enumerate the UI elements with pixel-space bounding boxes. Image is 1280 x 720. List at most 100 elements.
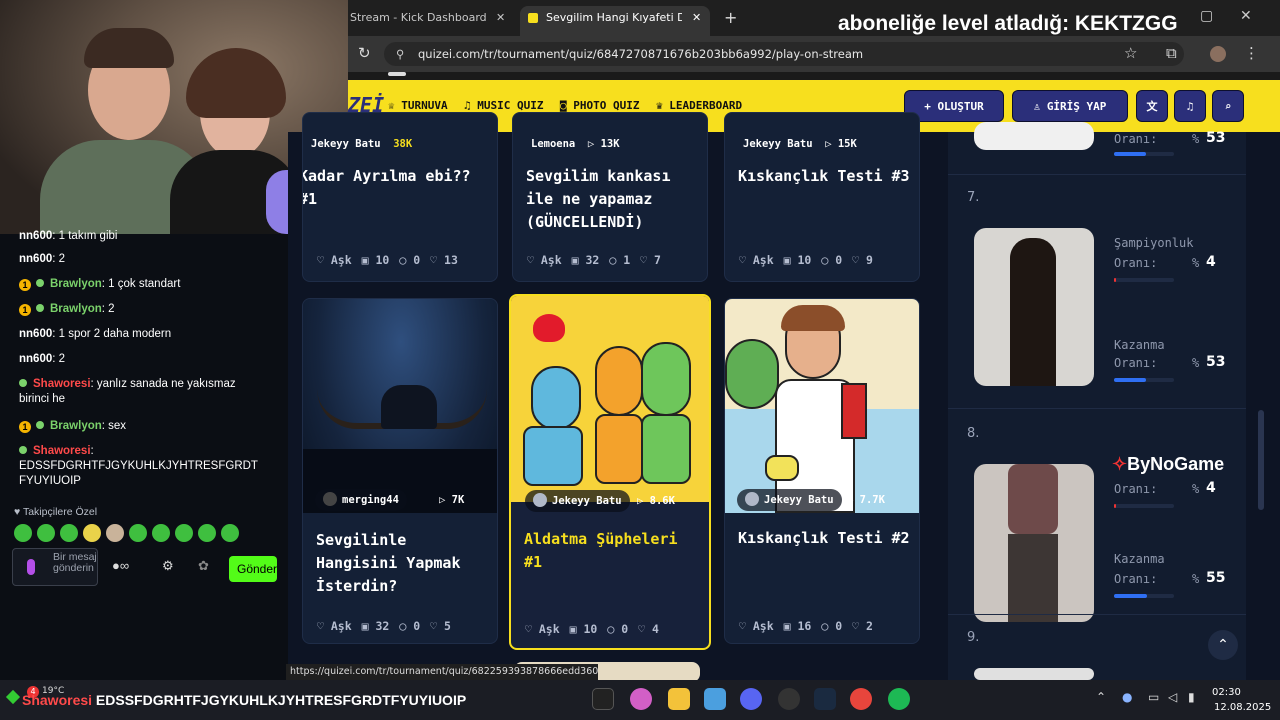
bynogame-icon: ✧ <box>1112 454 1128 474</box>
emote-icon[interactable] <box>14 524 32 542</box>
nav-leaderboard[interactable]: ♛ LEADERBOARD <box>656 99 742 112</box>
profile-avatar[interactable] <box>1210 46 1226 62</box>
quiz-card[interactable]: merging44 ▷ 7K Sevgilinle Hangisini Yapm… <box>302 298 498 644</box>
win-rate-bar <box>1114 152 1174 156</box>
quiz-meta: ♡ Aşk ▣ 10 ◯ 0 ♡ 4 <box>525 622 659 636</box>
login-button[interactable]: ♙ GİRİŞ YAP <box>1012 90 1128 122</box>
emote-icon[interactable] <box>175 524 193 542</box>
sub-badge-icon: 1 <box>19 279 31 291</box>
extensions-icon[interactable]: ⧉ <box>1166 44 1177 62</box>
chat-message: nn600: 1 takım gibi <box>19 230 118 242</box>
reload-icon[interactable]: ↻ <box>358 44 371 62</box>
task-view-icon[interactable] <box>592 688 614 710</box>
scrollbar[interactable] <box>1258 410 1264 510</box>
trophy-icon: ♕ <box>388 99 395 112</box>
app-icon[interactable] <box>704 688 726 710</box>
gear-icon[interactable]: ⚙ <box>162 558 174 574</box>
chat-placeholder: Bir mesaj gönderin <box>53 551 97 574</box>
followers-only-notice: ♥ Takipçilere Özel <box>14 506 98 518</box>
search-icon[interactable]: ⌕ <box>1212 90 1244 122</box>
camera-icon: ◙ <box>560 99 567 112</box>
outfit-thumbnail[interactable] <box>974 668 1094 680</box>
battery-icon[interactable]: ▮ <box>1188 690 1195 704</box>
settings-icon[interactable]: ✿ <box>198 558 209 574</box>
quiz-card[interactable]: Jekeyy Batu ▷ 15K Kıskançlık Testi #3 ♡ … <box>724 112 920 282</box>
author-chip: merging44 <box>315 489 407 511</box>
copilot-icon[interactable] <box>630 688 652 710</box>
microphone-icon[interactable]: ● <box>1122 690 1132 704</box>
emote-icon[interactable] <box>106 524 124 542</box>
scroll-top-button[interactable]: ⌃ <box>1208 630 1238 660</box>
percent-sign: % <box>1192 482 1200 496</box>
quizei-favicon-icon <box>528 13 538 23</box>
win-rate-label: Kazanma <box>1114 552 1165 566</box>
volume-icon[interactable]: ◁ <box>1168 690 1177 704</box>
translate-icon[interactable]: 文 <box>1136 90 1168 122</box>
outfit-thumbnail[interactable] <box>974 122 1094 150</box>
emote-icon[interactable] <box>129 524 147 542</box>
win-rate-label: Kazanma <box>1114 338 1165 352</box>
quiz-card-highlighted[interactable]: Jekeyy Batu ▷ 8.6K Aldatma Şüpheleri #1 … <box>509 294 711 650</box>
send-button[interactable]: Gönder <box>229 556 277 582</box>
emote-icon[interactable] <box>83 524 101 542</box>
sub-badge-icon: 1 <box>19 304 31 316</box>
spotify-icon[interactable] <box>888 688 910 710</box>
chat-message: 1 Brawlyon: 2 <box>19 302 115 317</box>
obs-icon[interactable] <box>778 688 800 710</box>
quiz-meta: ♡ Aşk ▣ 16 ◯ 0 ♡ 2 <box>739 619 873 633</box>
outfit-thumbnail[interactable] <box>974 228 1094 386</box>
menu-icon[interactable]: ⋮ <box>1244 44 1259 62</box>
close-icon[interactable]: ✕ <box>496 6 505 30</box>
new-tab-icon[interactable]: + <box>724 8 737 27</box>
author-chip: Jekeyy Batu ▷ 15K <box>743 138 857 150</box>
stream-chat: nn600: 1 takım gibi nn600: 2 1 Brawlyon: … <box>0 230 288 686</box>
url-field[interactable]: ⚲ quizei.com/tr/tournament/quiz/68472708… <box>384 42 1184 66</box>
win-rate-sub: Oranı: <box>1114 572 1158 586</box>
quiz-card[interactable]: Jekeyy Batu ▷ 7.7K Kıskançlık Testi #2 ♡… <box>724 298 920 644</box>
chat-input[interactable]: Bir mesaj gönderin <box>12 548 98 586</box>
champion-rate-value: 4 <box>1206 480 1216 496</box>
bookmark-star-icon[interactable]: ☆ <box>1124 44 1137 62</box>
clock-time[interactable]: 02:30 <box>1212 687 1241 698</box>
emoji-icon[interactable]: ●∞ <box>112 558 129 573</box>
nav-photo-quiz[interactable]: ◙ PHOTO QUIZ <box>560 99 639 112</box>
rank-number: 8. <box>967 426 980 441</box>
network-icon[interactable]: ▭ <box>1148 690 1159 704</box>
quiz-meta: ♡ Aşk ▣ 32 ◯ 0 ♡ 5 <box>317 619 451 633</box>
quiz-card[interactable]: Lemoena ▷ 13K Sevgilim kankası ile ne ya… <box>512 112 708 282</box>
close-window-icon[interactable]: ✕ <box>1240 8 1252 24</box>
play-icon: ▷ <box>637 495 644 507</box>
win-rate-sub: Oranı: <box>1114 356 1158 370</box>
discord-icon[interactable] <box>740 688 762 710</box>
emote-icon[interactable] <box>152 524 170 542</box>
quiz-card[interactable]: Jekeyy Batu 38K Kadar Ayrılma ebi?? #1 ♡… <box>302 112 498 282</box>
gem-icon <box>19 446 27 454</box>
emote-icon[interactable] <box>60 524 78 542</box>
rank-number: 9. <box>967 630 980 645</box>
emote-icon[interactable] <box>221 524 239 542</box>
outfit-thumbnail[interactable] <box>974 464 1094 622</box>
champion-rate-value: 4 <box>1206 254 1216 270</box>
champion-rate-sub: Oranı: <box>1114 482 1158 496</box>
restore-window-icon[interactable]: ▢ <box>1200 8 1213 24</box>
heart-icon: ♥ <box>14 506 21 518</box>
emote-icon[interactable] <box>37 524 55 542</box>
nav-music-quiz[interactable]: ♫ MUSIC QUIZ <box>464 99 543 112</box>
clock-date[interactable]: 12.08.2025 <box>1214 702 1271 713</box>
emote-bar[interactable] <box>14 524 239 542</box>
chrome-icon[interactable] <box>850 688 872 710</box>
nav-turnuva[interactable]: ♕ TURNUVA <box>388 99 448 112</box>
close-icon[interactable]: ✕ <box>692 6 701 30</box>
bell-icon[interactable]: ♫ <box>1174 90 1206 122</box>
gem-icon <box>19 379 27 387</box>
site-info-icon[interactable]: ⚲ <box>396 42 404 66</box>
steam-icon[interactable] <box>814 688 836 710</box>
file-explorer-icon[interactable] <box>668 688 690 710</box>
emote-icon[interactable] <box>198 524 216 542</box>
quiz-thumbnail <box>725 299 919 513</box>
microphone-icon[interactable] <box>27 559 35 575</box>
tab-quizei[interactable]: Sevgilim Hangi Kıyafeti Dışarda ✕ <box>520 6 710 36</box>
quiz-meta: ♡ Aşk ▣ 10 ◯ 0 ♡ 13 <box>317 253 458 267</box>
chevron-up-icon[interactable]: ⌃ <box>1096 690 1106 704</box>
tab-kick-dashboard[interactable]: Stream - Kick Dashboard ✕ <box>348 6 518 36</box>
